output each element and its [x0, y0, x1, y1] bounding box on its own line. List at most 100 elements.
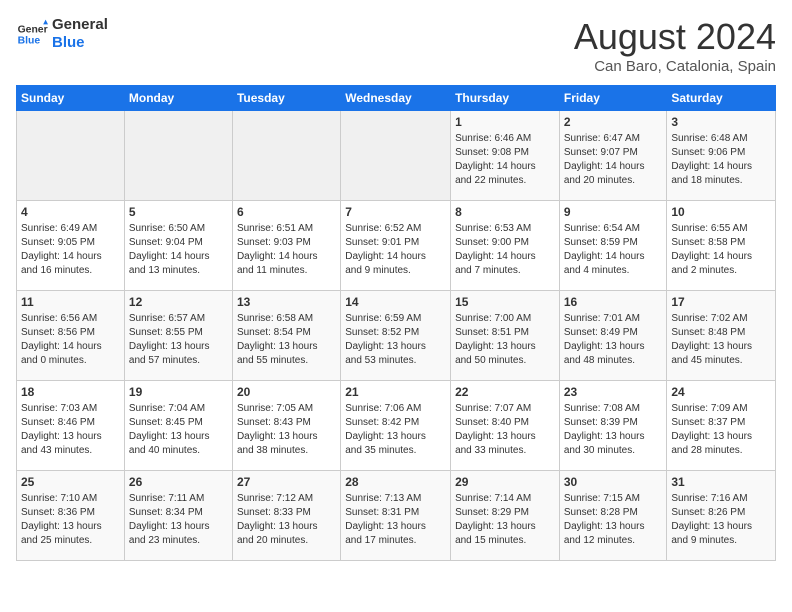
logo: General Blue General Blue	[16, 16, 108, 52]
day-info: Sunrise: 7:02 AM Sunset: 8:48 PM Dayligh…	[671, 312, 771, 368]
day-info: Sunrise: 6:50 AM Sunset: 9:04 PM Dayligh…	[129, 222, 228, 278]
day-cell: 3 Sunrise: 6:48 AM Sunset: 9:06 PM Daylig…	[667, 111, 776, 201]
week-row-2: 4 Sunrise: 6:49 AM Sunset: 9:05 PM Daylig…	[17, 201, 776, 291]
day-number: 6	[237, 205, 336, 219]
day-cell: 7Sunrise: 6:52 AM Sunset: 9:01 PM Daylig…	[341, 201, 451, 291]
day-info: Sunrise: 7:14 AM Sunset: 8:29 PM Dayligh…	[455, 492, 555, 548]
day-cell: 5 Sunrise: 6:50 AM Sunset: 9:04 PM Daylig…	[124, 201, 232, 291]
svg-text:Blue: Blue	[18, 36, 41, 47]
day-cell: 8 Sunrise: 6:53 AM Sunset: 9:00 PM Daylig…	[451, 201, 560, 291]
day-cell: 26Sunrise: 7:11 AM Sunset: 8:34 PM Dayli…	[124, 471, 232, 561]
day-cell: 20 Sunrise: 7:05 AM Sunset: 8:43 PM Dayli…	[232, 381, 340, 471]
weekday-header-sunday: Sunday	[17, 86, 125, 111]
day-info: Sunrise: 7:01 AM Sunset: 8:49 PM Dayligh…	[564, 312, 663, 368]
day-cell: 25Sunrise: 7:10 AM Sunset: 8:36 PM Dayli…	[17, 471, 125, 561]
day-cell: 27 Sunrise: 7:12 AM Sunset: 8:33 PM Dayli…	[232, 471, 340, 561]
day-cell	[17, 111, 125, 201]
day-info: Sunrise: 7:08 AM Sunset: 8:39 PM Dayligh…	[564, 402, 663, 458]
day-cell: 14 Sunrise: 6:59 AM Sunset: 8:52 PM Dayli…	[341, 291, 451, 381]
day-info: Sunrise: 6:53 AM Sunset: 9:00 PM Dayligh…	[455, 222, 555, 278]
day-cell: 19Sunrise: 7:04 AM Sunset: 8:45 PM Dayli…	[124, 381, 232, 471]
day-number: 31	[671, 475, 771, 489]
day-cell: 15 Sunrise: 7:00 AM Sunset: 8:51 PM Dayli…	[451, 291, 560, 381]
day-cell: 1Sunrise: 6:46 AM Sunset: 9:08 PM Daylig…	[451, 111, 560, 201]
weekday-header-wednesday: Wednesday	[341, 86, 451, 111]
day-number: 15	[455, 295, 555, 309]
day-cell: 4 Sunrise: 6:49 AM Sunset: 9:05 PM Daylig…	[17, 201, 125, 291]
day-info: Sunrise: 7:11 AM Sunset: 8:34 PM Dayligh…	[129, 492, 228, 548]
day-cell: 16 Sunrise: 7:01 AM Sunset: 8:49 PM Dayli…	[559, 291, 667, 381]
day-number: 18	[21, 385, 120, 399]
day-info: Sunrise: 6:47 AM Sunset: 9:07 PM Dayligh…	[564, 132, 663, 188]
day-number: 24	[671, 385, 771, 399]
day-cell	[341, 111, 451, 201]
day-number: 21	[345, 385, 446, 399]
day-info: Sunrise: 6:55 AM Sunset: 8:58 PM Dayligh…	[671, 222, 771, 278]
day-number: 10	[671, 205, 771, 219]
week-row-4: 18 Sunrise: 7:03 AM Sunset: 8:46 PM Dayli…	[17, 381, 776, 471]
day-info: Sunrise: 7:10 AM Sunset: 8:36 PM Dayligh…	[21, 492, 120, 548]
day-number: 30	[564, 475, 663, 489]
day-number: 4	[21, 205, 120, 219]
day-cell: 22Sunrise: 7:07 AM Sunset: 8:40 PM Dayli…	[451, 381, 560, 471]
day-info: Sunrise: 7:04 AM Sunset: 8:45 PM Dayligh…	[129, 402, 228, 458]
day-number: 11	[21, 295, 120, 309]
day-info: Sunrise: 6:56 AM Sunset: 8:56 PM Dayligh…	[21, 312, 120, 368]
day-number: 28	[345, 475, 446, 489]
day-cell: 13Sunrise: 6:58 AM Sunset: 8:54 PM Dayli…	[232, 291, 340, 381]
day-info: Sunrise: 7:03 AM Sunset: 8:46 PM Dayligh…	[21, 402, 120, 458]
day-number: 14	[345, 295, 446, 309]
day-info: Sunrise: 6:49 AM Sunset: 9:05 PM Dayligh…	[21, 222, 120, 278]
day-cell: 9Sunrise: 6:54 AM Sunset: 8:59 PM Daylig…	[559, 201, 667, 291]
day-number: 12	[129, 295, 228, 309]
day-info: Sunrise: 6:57 AM Sunset: 8:55 PM Dayligh…	[129, 312, 228, 368]
day-number: 5	[129, 205, 228, 219]
logo-icon: General Blue	[16, 18, 48, 50]
day-info: Sunrise: 7:07 AM Sunset: 8:40 PM Dayligh…	[455, 402, 555, 458]
day-info: Sunrise: 6:48 AM Sunset: 9:06 PM Dayligh…	[671, 132, 771, 188]
day-info: Sunrise: 6:52 AM Sunset: 9:01 PM Dayligh…	[345, 222, 446, 278]
day-cell: 17 Sunrise: 7:02 AM Sunset: 8:48 PM Dayli…	[667, 291, 776, 381]
day-number: 27	[237, 475, 336, 489]
calendar-title: August 2024	[574, 16, 776, 58]
weekday-header-tuesday: Tuesday	[232, 86, 340, 111]
day-cell	[232, 111, 340, 201]
weekday-header-friday: Friday	[559, 86, 667, 111]
calendar-subtitle: Can Baro, Catalonia, Spain	[574, 58, 776, 75]
day-info: Sunrise: 7:00 AM Sunset: 8:51 PM Dayligh…	[455, 312, 555, 368]
day-cell: 23Sunrise: 7:08 AM Sunset: 8:39 PM Dayli…	[559, 381, 667, 471]
day-number: 16	[564, 295, 663, 309]
day-cell: 18 Sunrise: 7:03 AM Sunset: 8:46 PM Dayli…	[17, 381, 125, 471]
day-cell: 21 Sunrise: 7:06 AM Sunset: 8:42 PM Dayli…	[341, 381, 451, 471]
day-number: 8	[455, 205, 555, 219]
day-info: Sunrise: 7:05 AM Sunset: 8:43 PM Dayligh…	[237, 402, 336, 458]
weekday-header-row: SundayMondayTuesdayWednesdayThursdayFrid…	[17, 86, 776, 111]
day-info: Sunrise: 6:59 AM Sunset: 8:52 PM Dayligh…	[345, 312, 446, 368]
day-cell: 29Sunrise: 7:14 AM Sunset: 8:29 PM Dayli…	[451, 471, 560, 561]
day-cell: 24Sunrise: 7:09 AM Sunset: 8:37 PM Dayli…	[667, 381, 776, 471]
logo-line1: General	[52, 16, 108, 34]
calendar-table: SundayMondayTuesdayWednesdayThursdayFrid…	[16, 85, 776, 561]
weekday-header-saturday: Saturday	[667, 86, 776, 111]
day-cell: 6Sunrise: 6:51 AM Sunset: 9:03 PM Daylig…	[232, 201, 340, 291]
week-row-3: 11 Sunrise: 6:56 AM Sunset: 8:56 PM Dayli…	[17, 291, 776, 381]
title-area: August 2024 Can Baro, Catalonia, Spain	[574, 16, 776, 75]
day-cell: 12 Sunrise: 6:57 AM Sunset: 8:55 PM Dayli…	[124, 291, 232, 381]
svg-text:General: General	[18, 24, 48, 35]
day-info: Sunrise: 7:12 AM Sunset: 8:33 PM Dayligh…	[237, 492, 336, 548]
day-info: Sunrise: 7:15 AM Sunset: 8:28 PM Dayligh…	[564, 492, 663, 548]
day-number: 20	[237, 385, 336, 399]
day-cell: 10 Sunrise: 6:55 AM Sunset: 8:58 PM Dayli…	[667, 201, 776, 291]
day-cell: 30 Sunrise: 7:15 AM Sunset: 8:28 PM Dayli…	[559, 471, 667, 561]
day-info: Sunrise: 7:13 AM Sunset: 8:31 PM Dayligh…	[345, 492, 446, 548]
day-info: Sunrise: 7:16 AM Sunset: 8:26 PM Dayligh…	[671, 492, 771, 548]
weekday-header-thursday: Thursday	[451, 86, 560, 111]
day-number: 17	[671, 295, 771, 309]
week-row-1: 1Sunrise: 6:46 AM Sunset: 9:08 PM Daylig…	[17, 111, 776, 201]
day-cell: 31 Sunrise: 7:16 AM Sunset: 8:26 PM Dayli…	[667, 471, 776, 561]
weekday-header-monday: Monday	[124, 86, 232, 111]
day-number: 3	[671, 115, 771, 129]
day-info: Sunrise: 6:54 AM Sunset: 8:59 PM Dayligh…	[564, 222, 663, 278]
day-info: Sunrise: 7:06 AM Sunset: 8:42 PM Dayligh…	[345, 402, 446, 458]
logo-line2: Blue	[52, 34, 108, 52]
